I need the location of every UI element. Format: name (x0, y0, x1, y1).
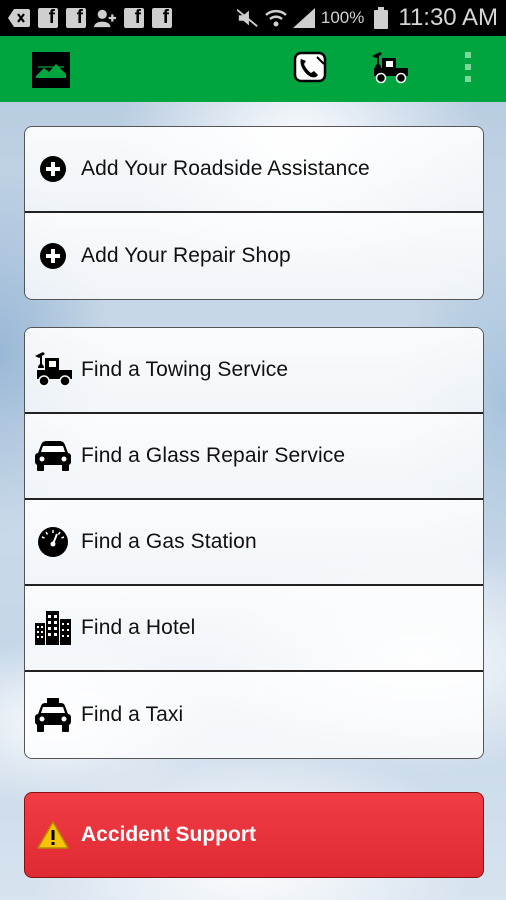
signal-icon (292, 7, 315, 29)
add-roadside-assistance-item[interactable]: Add Your Roadside Assistance (25, 127, 483, 213)
find-towing-service-label: Find a Towing Service (81, 358, 289, 381)
wifi-icon (265, 7, 287, 29)
find-taxi-item[interactable]: Find a Taxi (25, 672, 483, 758)
taxi-icon (25, 698, 81, 732)
gauge-icon (25, 526, 81, 558)
mute-icon (236, 7, 259, 29)
accident-support-label: Accident Support (81, 823, 257, 846)
add-person-icon (94, 7, 116, 29)
tow-truck-icon (370, 50, 410, 89)
add-repair-shop-label: Add Your Repair Shop (81, 244, 291, 267)
find-glass-repair-item[interactable]: Find a Glass Repair Service (25, 414, 483, 500)
facebook-icon: f (66, 7, 86, 28)
add-section-card: Add Your Roadside Assistance Add Your Re… (24, 126, 484, 300)
find-taxi-label: Find a Taxi (81, 703, 184, 726)
find-hotel-item[interactable]: Find a Hotel (25, 586, 483, 672)
tow-truck-button[interactable] (370, 49, 410, 89)
car-icon (25, 441, 81, 471)
battery-percent: 100% (320, 8, 365, 27)
tow-truck-icon (25, 352, 81, 388)
overflow-menu-icon (464, 51, 472, 87)
plus-circle-icon (25, 155, 81, 183)
status-bar: f f f f 100% 11:30 AM (0, 0, 506, 36)
buildings-icon (25, 611, 81, 645)
find-section-card: Find a Towing Service Find a Glass Repai… (24, 327, 484, 759)
app-bar (0, 36, 506, 102)
warning-icon (25, 821, 81, 849)
call-button[interactable] (290, 49, 330, 89)
facebook-icon: f (152, 7, 172, 28)
add-roadside-assistance-label: Add Your Roadside Assistance (81, 157, 370, 180)
clock: 11:30 AM (398, 4, 498, 31)
facebook-icon: f (38, 7, 58, 28)
find-towing-service-item[interactable]: Find a Towing Service (25, 328, 483, 414)
find-hotel-label: Find a Hotel (81, 616, 196, 639)
plus-circle-icon (25, 242, 81, 270)
overflow-menu-button[interactable] (448, 49, 488, 89)
facebook-icon: f (124, 7, 144, 28)
accident-support-button[interactable]: Accident Support (24, 792, 484, 878)
call-icon (291, 49, 329, 90)
find-glass-repair-label: Find a Glass Repair Service (81, 444, 346, 467)
back-icon (8, 7, 30, 29)
battery-icon (370, 7, 392, 29)
app-logo[interactable] (32, 52, 70, 88)
find-gas-station-item[interactable]: Find a Gas Station (25, 500, 483, 586)
find-gas-station-label: Find a Gas Station (81, 530, 257, 553)
add-repair-shop-item[interactable]: Add Your Repair Shop (25, 213, 483, 299)
